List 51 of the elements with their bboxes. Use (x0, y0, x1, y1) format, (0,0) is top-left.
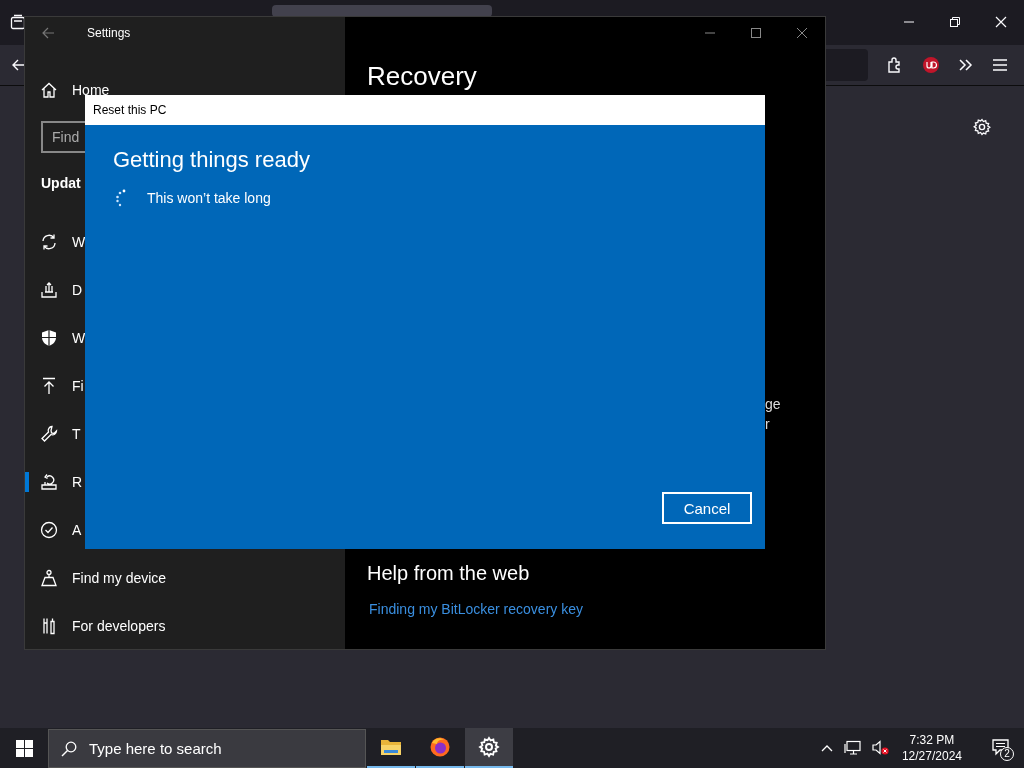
settings-icon[interactable] (973, 118, 991, 136)
tray-upload-icon (40, 281, 58, 299)
nav-item[interactable]: W (25, 218, 345, 266)
search-icon (61, 740, 77, 757)
browser-icon (429, 736, 451, 758)
status-text: This won’t take long (147, 190, 271, 206)
taskbar-app[interactable] (465, 728, 513, 768)
clock-time[interactable]: 7:32 PM (909, 732, 955, 748)
section-heading: Updat (41, 174, 81, 193)
check-circle-icon (40, 521, 58, 539)
sync-icon (40, 233, 58, 251)
tools-icon (40, 617, 58, 635)
search-field[interactable]: Type here to search (48, 729, 366, 768)
notification-count: 2 (1000, 747, 1014, 761)
dialog-title: Reset this PC (85, 95, 765, 125)
nav-item[interactable]: W (25, 314, 345, 362)
speaker-muted-icon[interactable] (871, 740, 890, 756)
gear-icon (478, 736, 500, 758)
spinner-icon (115, 189, 127, 207)
network-icon[interactable] (843, 740, 862, 756)
shield-icon (40, 329, 58, 347)
nav-item[interactable]: For developers (25, 602, 345, 649)
nav-item[interactable]: T (25, 410, 345, 458)
section-heading: Help from the web (367, 562, 531, 585)
home-icon (40, 81, 58, 99)
nav-item[interactable]: Find my device (25, 554, 345, 602)
maximize-icon[interactable] (751, 28, 761, 38)
description-text: r (765, 415, 771, 434)
nav-item[interactable]: Fi (25, 362, 345, 410)
laptop-arrow-icon (40, 473, 58, 491)
search-input[interactable]: Type here to search (87, 739, 351, 758)
message-icon[interactable] (992, 739, 1012, 757)
help-link[interactable]: Finding my BitLocker recovery key (369, 601, 825, 617)
chevrons-icon[interactable] (958, 57, 974, 73)
windows-logo-icon[interactable] (15, 739, 33, 757)
menu-icon[interactable] (992, 57, 1008, 73)
close-icon[interactable] (797, 28, 807, 38)
restore-icon[interactable] (949, 16, 961, 28)
window-title: Settings (87, 26, 131, 40)
upload-arrow-icon (40, 377, 58, 395)
tab-list-icon[interactable] (10, 14, 26, 30)
cancel-button[interactable]: Cancel (662, 492, 752, 524)
wrench-icon (40, 425, 58, 443)
nav-item[interactable]: D (25, 266, 345, 314)
person-pin-icon (40, 569, 58, 587)
nav-item[interactable]: A (25, 506, 345, 554)
nav-item[interactable]: R (25, 458, 345, 506)
clock-date[interactable]: 12/27/2024 (901, 748, 962, 764)
page-title: Recovery (367, 61, 477, 91)
description-text: ge (765, 395, 782, 414)
shield-badge-icon[interactable] (922, 56, 940, 74)
